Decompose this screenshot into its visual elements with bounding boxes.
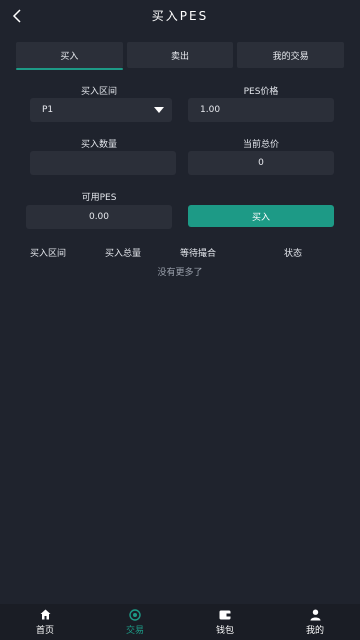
nav-item-home[interactable]: 首页 xyxy=(0,604,90,640)
nav-label-me: 我的 xyxy=(305,625,324,636)
total-field: 0 xyxy=(188,151,334,175)
nav-item-me[interactable]: 我的 xyxy=(270,604,360,640)
available-label: 可用PES xyxy=(81,193,117,203)
user-icon xyxy=(309,609,321,621)
column-header-status: 状态 xyxy=(284,249,303,259)
tab-sell[interactable]: 卖出 xyxy=(126,42,234,68)
quantity-input[interactable] xyxy=(30,151,176,175)
buy-pes-screen: 买入PES 买入 卖出 我的交易 买入区间 P1 PES价格 1.00 买入数量… xyxy=(0,0,360,640)
column-header-total: 买入总量 xyxy=(105,249,142,259)
nav-label-wallet: 钱包 xyxy=(215,625,234,636)
price-label: PES价格 xyxy=(243,87,279,97)
nav-item-trade[interactable]: 交易 xyxy=(90,604,180,640)
available-value: 0.00 xyxy=(88,212,110,222)
price-value: 1.00 xyxy=(200,105,221,115)
column-header-interval: 买入区间 xyxy=(30,249,67,259)
nav-label-trade: 交易 xyxy=(125,625,144,636)
trade-icon xyxy=(129,608,141,621)
tab-my-trades[interactable]: 我的交易 xyxy=(237,42,345,68)
interval-select[interactable]: P1 xyxy=(30,98,172,122)
page-title: 买入PES xyxy=(151,9,209,23)
home-icon xyxy=(39,609,51,621)
nav-item-wallet[interactable]: 钱包 xyxy=(180,604,270,640)
bottom-nav: 首页 交易 钱包 我的 xyxy=(0,604,360,640)
buy-button[interactable]: 买入 xyxy=(188,205,334,227)
interval-label: 买入区间 xyxy=(80,87,117,97)
tab-bar: 买入 卖出 我的交易 xyxy=(16,42,345,70)
column-header-pending: 等待撮合 xyxy=(180,249,217,259)
available-field: 0.00 xyxy=(26,205,172,229)
quantity-label: 买入数量 xyxy=(80,140,117,150)
nav-label-home: 首页 xyxy=(35,625,54,636)
tab-buy[interactable]: 买入 xyxy=(16,42,123,70)
total-value: 0 xyxy=(258,158,264,168)
empty-list-text: 没有更多了 xyxy=(157,268,203,278)
price-field[interactable]: 1.00 xyxy=(188,98,334,122)
wallet-icon xyxy=(219,609,231,621)
header: 买入PES xyxy=(0,0,360,32)
caret-down-icon xyxy=(154,107,164,113)
interval-value: P1 xyxy=(42,105,54,115)
total-label: 当前总价 xyxy=(242,140,279,150)
